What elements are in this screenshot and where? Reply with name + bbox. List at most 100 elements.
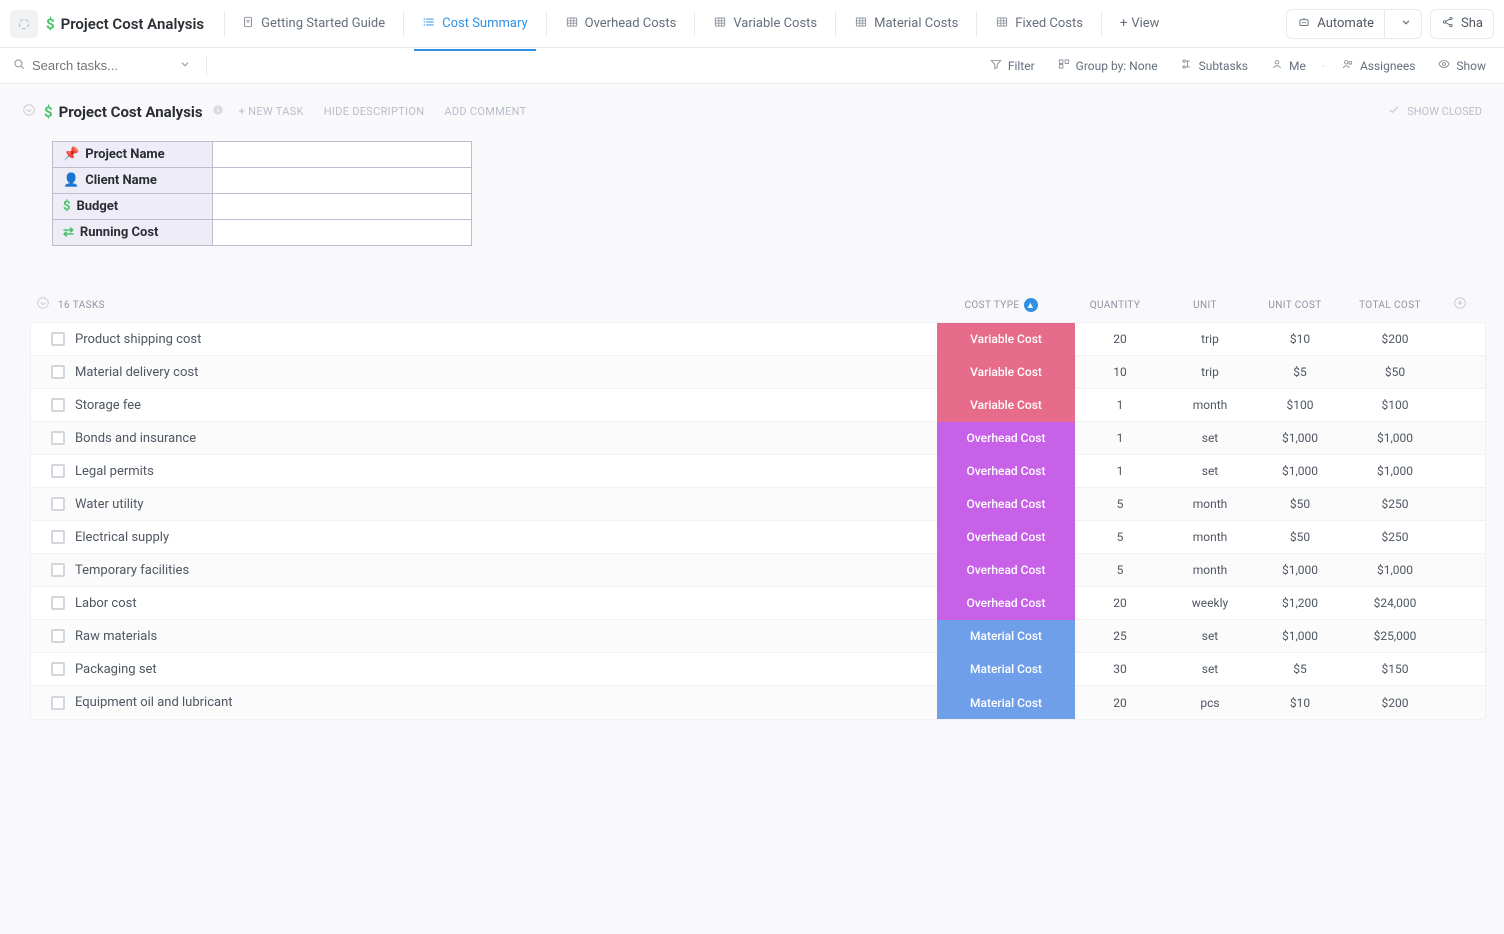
column-unit-cost[interactable]: UNIT COST: [1250, 300, 1340, 311]
task-row[interactable]: Raw materialsMaterial Cost25set$1,000$25…: [31, 620, 1485, 653]
task-row[interactable]: Packaging setMaterial Cost30set$5$150: [31, 653, 1485, 686]
cell-total-cost[interactable]: $1,000: [1345, 563, 1445, 577]
task-name[interactable]: Equipment oil and lubricant: [75, 695, 233, 710]
cell-unit[interactable]: month: [1165, 530, 1255, 544]
info-icon[interactable]: [211, 103, 225, 121]
task-status-toggle[interactable]: [51, 662, 65, 676]
summary-value[interactable]: [213, 168, 471, 193]
task-name[interactable]: Product shipping cost: [75, 332, 201, 347]
cell-unit-cost[interactable]: $1,000: [1255, 431, 1345, 445]
task-name[interactable]: Raw materials: [75, 629, 157, 644]
app-menu-button[interactable]: [10, 10, 38, 38]
task-row[interactable]: Temporary facilitiesOverhead Cost5month$…: [31, 554, 1485, 587]
me-button[interactable]: Me: [1264, 54, 1312, 77]
cell-unit[interactable]: month: [1165, 563, 1255, 577]
filter-button[interactable]: Filter: [983, 54, 1041, 77]
cell-total-cost[interactable]: $24,000: [1345, 596, 1445, 610]
search-input[interactable]: [32, 58, 152, 73]
cost-type-badge[interactable]: Overhead Cost: [937, 554, 1075, 587]
cell-unit[interactable]: set: [1165, 464, 1255, 478]
task-row[interactable]: Product shipping cost Variable Cost20trip…: [31, 323, 1485, 356]
search-box[interactable]: [12, 57, 192, 75]
cost-type-badge[interactable]: Overhead Cost: [937, 422, 1075, 455]
assignees-button[interactable]: Assignees: [1335, 54, 1421, 77]
task-name[interactable]: Storage fee: [75, 398, 141, 413]
task-name[interactable]: Labor cost: [75, 596, 137, 611]
cost-type-badge[interactable]: Material Cost: [937, 686, 1075, 719]
task-status-toggle[interactable]: [51, 563, 65, 577]
cell-unit[interactable]: set: [1165, 629, 1255, 643]
tab-cost-summary[interactable]: Cost Summary: [414, 9, 536, 39]
tab-variable-costs[interactable]: Variable Costs: [705, 9, 825, 39]
task-status-toggle[interactable]: [51, 332, 65, 346]
task-status-toggle[interactable]: [51, 431, 65, 445]
group-by-button[interactable]: Group by: None: [1051, 54, 1164, 77]
cell-unit-cost[interactable]: $50: [1255, 530, 1345, 544]
cell-unit-cost[interactable]: $10: [1255, 696, 1345, 710]
new-task-button[interactable]: + NEW TASK: [233, 103, 310, 120]
collapse-toggle[interactable]: [36, 296, 50, 314]
tab-fixed-costs[interactable]: Fixed Costs: [987, 9, 1091, 39]
task-status-toggle[interactable]: [51, 629, 65, 643]
column-quantity[interactable]: QUANTITY: [1070, 300, 1160, 311]
tab-overhead-costs[interactable]: Overhead Costs: [557, 9, 685, 39]
cell-total-cost[interactable]: $250: [1345, 530, 1445, 544]
summary-value[interactable]: [213, 142, 471, 167]
collapse-toggle[interactable]: [22, 102, 36, 121]
task-name[interactable]: Electrical supply: [75, 530, 169, 545]
task-row[interactable]: Storage feeVariable Cost1month$100$100: [31, 389, 1485, 422]
cell-total-cost[interactable]: $250: [1345, 497, 1445, 511]
task-row[interactable]: Equipment oil and lubricant Material Cost…: [31, 686, 1485, 719]
cost-type-badge[interactable]: Overhead Cost: [937, 488, 1075, 521]
task-status-toggle[interactable]: [51, 365, 65, 379]
project-title[interactable]: $ Project Cost Analysis: [46, 15, 216, 33]
task-name[interactable]: Legal permits: [75, 464, 154, 479]
cost-type-badge[interactable]: Material Cost: [937, 620, 1075, 653]
cell-unit[interactable]: trip: [1165, 332, 1255, 346]
cell-total-cost[interactable]: $25,000: [1345, 629, 1445, 643]
task-status-toggle[interactable]: [51, 497, 65, 511]
cell-unit[interactable]: month: [1165, 497, 1255, 511]
task-name[interactable]: Packaging set: [75, 662, 157, 677]
cell-unit[interactable]: set: [1165, 662, 1255, 676]
cell-quantity[interactable]: 30: [1075, 662, 1165, 676]
cell-total-cost[interactable]: $1,000: [1345, 431, 1445, 445]
task-status-toggle[interactable]: [51, 530, 65, 544]
add-comment-button[interactable]: ADD COMMENT: [438, 103, 532, 120]
cell-quantity[interactable]: 1: [1075, 398, 1165, 412]
cost-type-badge[interactable]: Overhead Cost: [937, 455, 1075, 488]
column-total-cost[interactable]: TOTAL COST: [1340, 300, 1440, 311]
cost-type-badge[interactable]: Variable Cost: [937, 356, 1075, 389]
task-row[interactable]: Legal permitsOverhead Cost1set$1,000$1,0…: [31, 455, 1485, 488]
cell-total-cost[interactable]: $150: [1345, 662, 1445, 676]
cell-unit-cost[interactable]: $50: [1255, 497, 1345, 511]
cell-quantity[interactable]: 25: [1075, 629, 1165, 643]
cell-unit[interactable]: pcs: [1165, 696, 1255, 710]
cell-quantity[interactable]: 20: [1075, 696, 1165, 710]
automate-button[interactable]: Automate: [1286, 9, 1422, 39]
task-name[interactable]: Temporary facilities: [75, 563, 189, 578]
cell-total-cost[interactable]: $100: [1345, 398, 1445, 412]
cell-quantity[interactable]: 20: [1075, 332, 1165, 346]
cell-unit-cost[interactable]: $100: [1255, 398, 1345, 412]
cost-type-badge[interactable]: Material Cost: [937, 653, 1075, 686]
task-row[interactable]: Bonds and insuranceOverhead Cost1set$1,0…: [31, 422, 1485, 455]
cell-unit-cost[interactable]: $1,200: [1255, 596, 1345, 610]
task-status-toggle[interactable]: [51, 596, 65, 610]
task-row[interactable]: Material delivery costVariable Cost10tri…: [31, 356, 1485, 389]
task-name[interactable]: Material delivery cost: [75, 365, 198, 380]
task-row[interactable]: Water utilityOverhead Cost5month$50$250: [31, 488, 1485, 521]
cell-quantity[interactable]: 5: [1075, 563, 1165, 577]
task-row[interactable]: Labor costOverhead Cost20weekly$1,200$24…: [31, 587, 1485, 620]
cell-unit-cost[interactable]: $5: [1255, 365, 1345, 379]
cell-unit[interactable]: set: [1165, 431, 1255, 445]
cost-type-badge[interactable]: Variable Cost: [937, 323, 1075, 356]
summary-value[interactable]: [213, 220, 471, 245]
cell-unit[interactable]: trip: [1165, 365, 1255, 379]
cell-total-cost[interactable]: $200: [1345, 696, 1445, 710]
cell-quantity[interactable]: 1: [1075, 431, 1165, 445]
cost-type-badge[interactable]: Overhead Cost: [937, 521, 1075, 554]
cell-total-cost[interactable]: $1,000: [1345, 464, 1445, 478]
cell-unit[interactable]: month: [1165, 398, 1255, 412]
cell-unit-cost[interactable]: $1,000: [1255, 563, 1345, 577]
